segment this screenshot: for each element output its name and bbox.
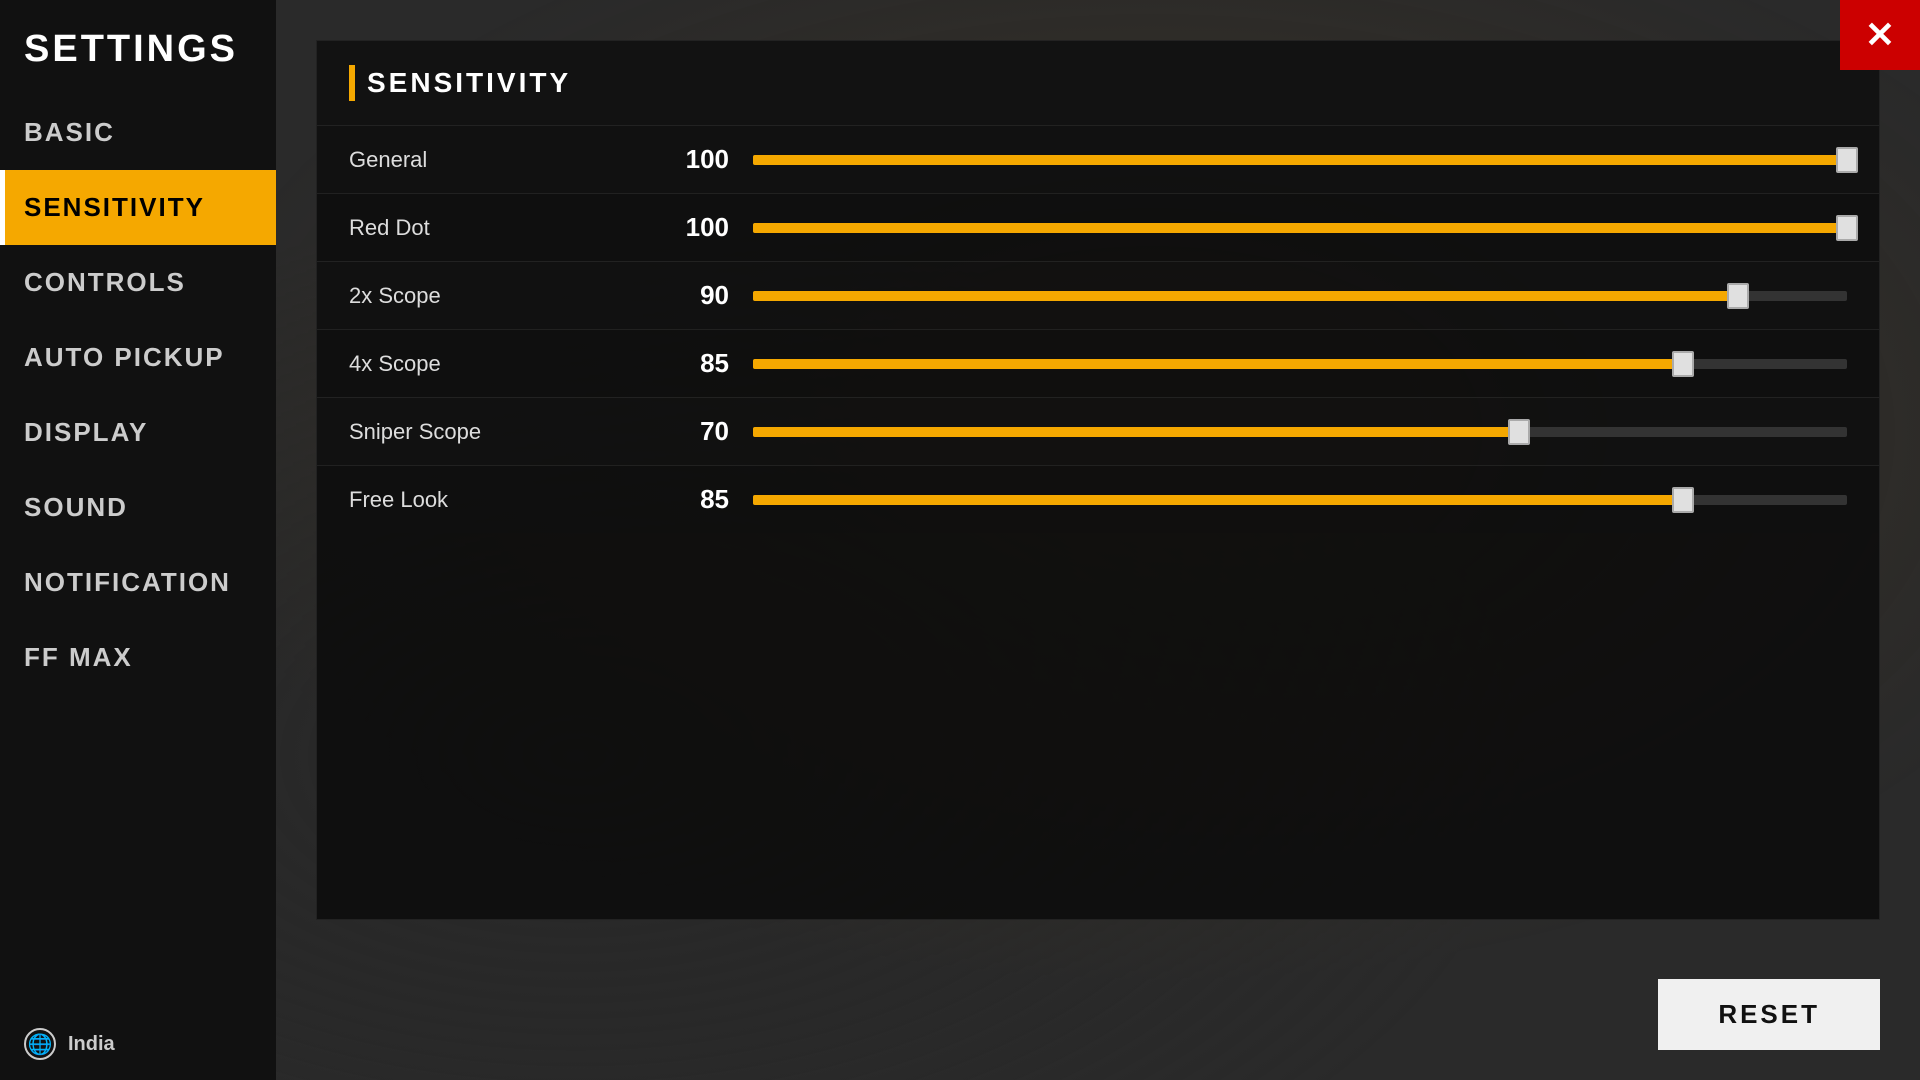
- slider-thumb-red-dot[interactable]: [1836, 215, 1858, 241]
- slider-label-sniper-scope: Sniper Scope: [349, 419, 649, 445]
- globe-icon: 🌐: [24, 1028, 56, 1060]
- slider-container-2x-scope[interactable]: [753, 281, 1847, 311]
- sidebar-item-basic[interactable]: BASIC: [0, 95, 276, 170]
- section-accent: [349, 65, 355, 101]
- slider-row-sniper-scope: Sniper Scope70: [317, 397, 1879, 465]
- slider-thumb-free-look[interactable]: [1672, 487, 1694, 513]
- slider-container-sniper-scope[interactable]: [753, 417, 1847, 447]
- sidebar-item-auto-pickup[interactable]: AUTO PICKUP: [0, 320, 276, 395]
- slider-container-red-dot[interactable]: [753, 213, 1847, 243]
- slider-track-4x-scope: [753, 359, 1847, 369]
- slider-track-2x-scope: [753, 291, 1847, 301]
- slider-thumb-2x-scope[interactable]: [1727, 283, 1749, 309]
- sidebar-item-sensitivity[interactable]: SENSITIVITY: [0, 170, 276, 245]
- slider-row-2x-scope: 2x Scope90: [317, 261, 1879, 329]
- slider-container-4x-scope[interactable]: [753, 349, 1847, 379]
- settings-title: SETTINGS: [0, 0, 276, 95]
- slider-fill-2x-scope: [753, 291, 1738, 301]
- close-icon: ✕: [1865, 14, 1895, 56]
- slider-row-4x-scope: 4x Scope85: [317, 329, 1879, 397]
- slider-row-general: General100: [317, 125, 1879, 193]
- sidebar-item-sound[interactable]: SOUND: [0, 470, 276, 545]
- slider-value-red-dot: 100: [649, 212, 729, 243]
- region-label: India: [68, 1033, 115, 1056]
- sidebar: SETTINGS BASICSENSITIVITYCONTROLSAUTO PI…: [0, 0, 276, 1080]
- slider-fill-sniper-scope: [753, 427, 1519, 437]
- slider-value-2x-scope: 90: [649, 280, 729, 311]
- slider-track-red-dot: [753, 223, 1847, 233]
- slider-container-free-look[interactable]: [753, 485, 1847, 515]
- sidebar-item-notification[interactable]: NOTIFICATION: [0, 545, 276, 620]
- reset-button-container: RESET: [1658, 979, 1880, 1050]
- close-button[interactable]: ✕: [1840, 0, 1920, 70]
- sidebar-footer: 🌐 India: [0, 1008, 276, 1080]
- slider-value-free-look: 85: [649, 484, 729, 515]
- slider-track-free-look: [753, 495, 1847, 505]
- sidebar-item-ff-max[interactable]: FF MAX: [0, 620, 276, 695]
- slider-track-sniper-scope: [753, 427, 1847, 437]
- slider-row-free-look: Free Look85: [317, 465, 1879, 533]
- slider-thumb-4x-scope[interactable]: [1672, 351, 1694, 377]
- slider-thumb-general[interactable]: [1836, 147, 1858, 173]
- slider-fill-4x-scope: [753, 359, 1683, 369]
- slider-thumb-sniper-scope[interactable]: [1508, 419, 1530, 445]
- sensitivity-section-title: SENSITIVITY: [367, 67, 571, 99]
- slider-label-free-look: Free Look: [349, 487, 649, 513]
- sidebar-item-controls[interactable]: CONTROLS: [0, 245, 276, 320]
- sidebar-item-display[interactable]: DISPLAY: [0, 395, 276, 470]
- slider-fill-free-look: [753, 495, 1683, 505]
- reset-button[interactable]: RESET: [1658, 979, 1880, 1050]
- main-content: SENSITIVITY General100Red Dot1002x Scope…: [276, 0, 1920, 1080]
- content-panel: SENSITIVITY General100Red Dot1002x Scope…: [316, 40, 1880, 920]
- slider-fill-general: [753, 155, 1847, 165]
- slider-label-general: General: [349, 147, 649, 173]
- slider-value-general: 100: [649, 144, 729, 175]
- slider-label-2x-scope: 2x Scope: [349, 283, 649, 309]
- slider-row-red-dot: Red Dot100: [317, 193, 1879, 261]
- slider-value-4x-scope: 85: [649, 348, 729, 379]
- section-header: SENSITIVITY: [317, 41, 1879, 125]
- slider-track-general: [753, 155, 1847, 165]
- slider-label-4x-scope: 4x Scope: [349, 351, 649, 377]
- slider-label-red-dot: Red Dot: [349, 215, 649, 241]
- slider-value-sniper-scope: 70: [649, 416, 729, 447]
- slider-container-general[interactable]: [753, 145, 1847, 175]
- slider-fill-red-dot: [753, 223, 1847, 233]
